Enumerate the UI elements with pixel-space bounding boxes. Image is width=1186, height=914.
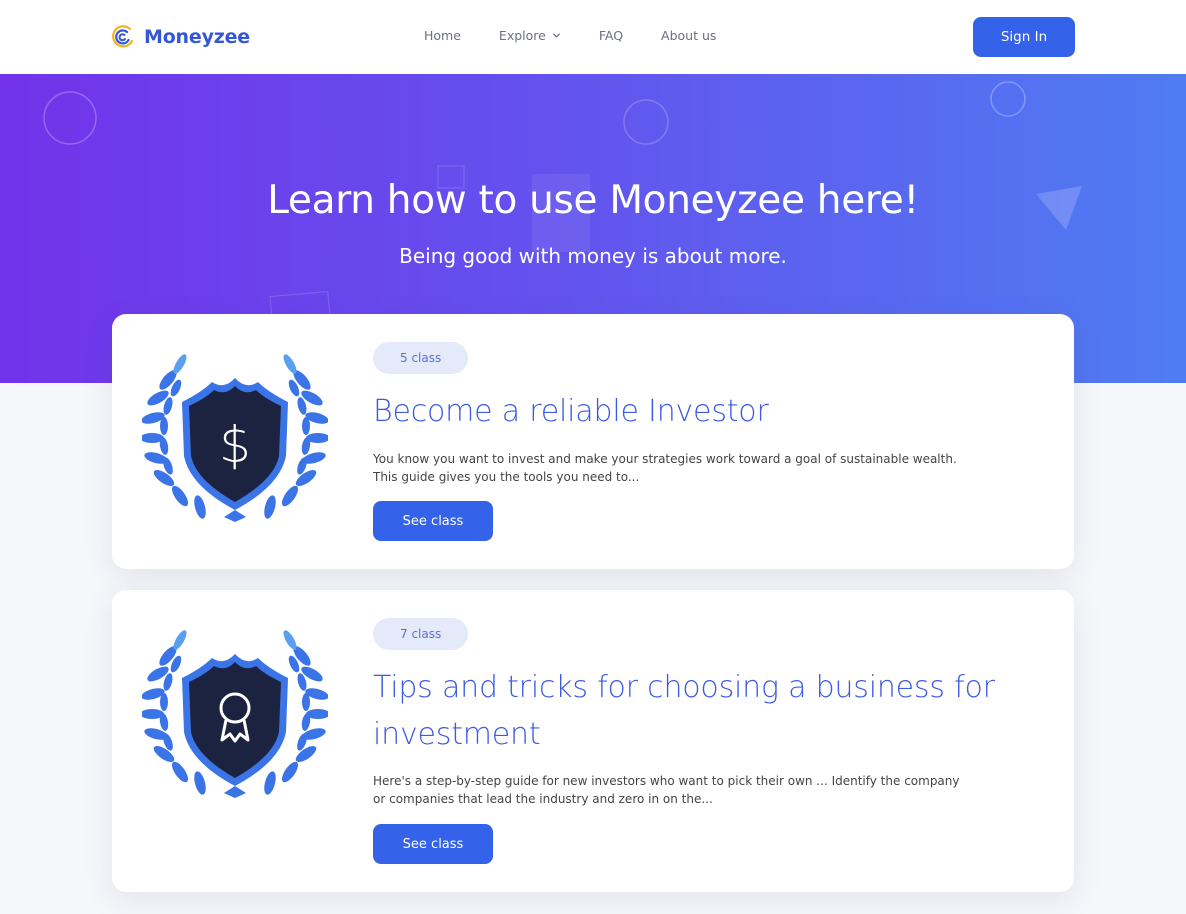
nav-home[interactable]: Home [424,28,461,43]
card-title: Become a reliable Investor [373,394,769,429]
nav-faq-label: FAQ [598,28,624,43]
see-class-button[interactable]: See class [373,824,493,864]
nav-explore[interactable]: Explore [499,28,561,43]
award-shield-icon [142,630,328,798]
brand-name: Moneyzee [144,26,250,48]
card-description: You know you want to invest and make you… [373,452,957,484]
nav-explore-label: Explore [498,28,546,43]
moneyzee-logo-icon [112,25,134,48]
card-title: Tips and tricks for choosing a business … [373,670,995,752]
class-card: $ 5 class Become a reliable Investor You… [112,314,1074,569]
nav-faq[interactable]: FAQ [599,28,623,43]
nav-about[interactable]: About us [661,28,716,43]
brand[interactable]: Moneyzee [110,24,250,50]
see-class-button[interactable]: See class [373,501,493,541]
class-card: 7 class Tips and tricks for choosing a b… [112,590,1074,892]
sign-in-button[interactable]: Sign In [973,17,1075,57]
class-count-badge: 7 class [373,618,469,650]
main-nav: Home Explore FAQ About us [424,28,716,43]
nav-about-label: About us [661,28,717,43]
svg-text:$: $ [219,416,251,474]
nav-home-label: Home [424,28,461,43]
class-count-badge: 5 class [373,342,469,374]
hero-title: Learn how to use Moneyzee here! [267,178,919,223]
dollar-shield-icon: $ [142,354,328,522]
card-description: Here's a step-by-step guide for new inve… [373,774,960,806]
top-navbar: Moneyzee Home Explore FAQ About us Sign … [0,0,1186,74]
chevron-down-icon [552,33,560,38]
hero-subtitle: Being good with money is about more. [399,244,787,268]
